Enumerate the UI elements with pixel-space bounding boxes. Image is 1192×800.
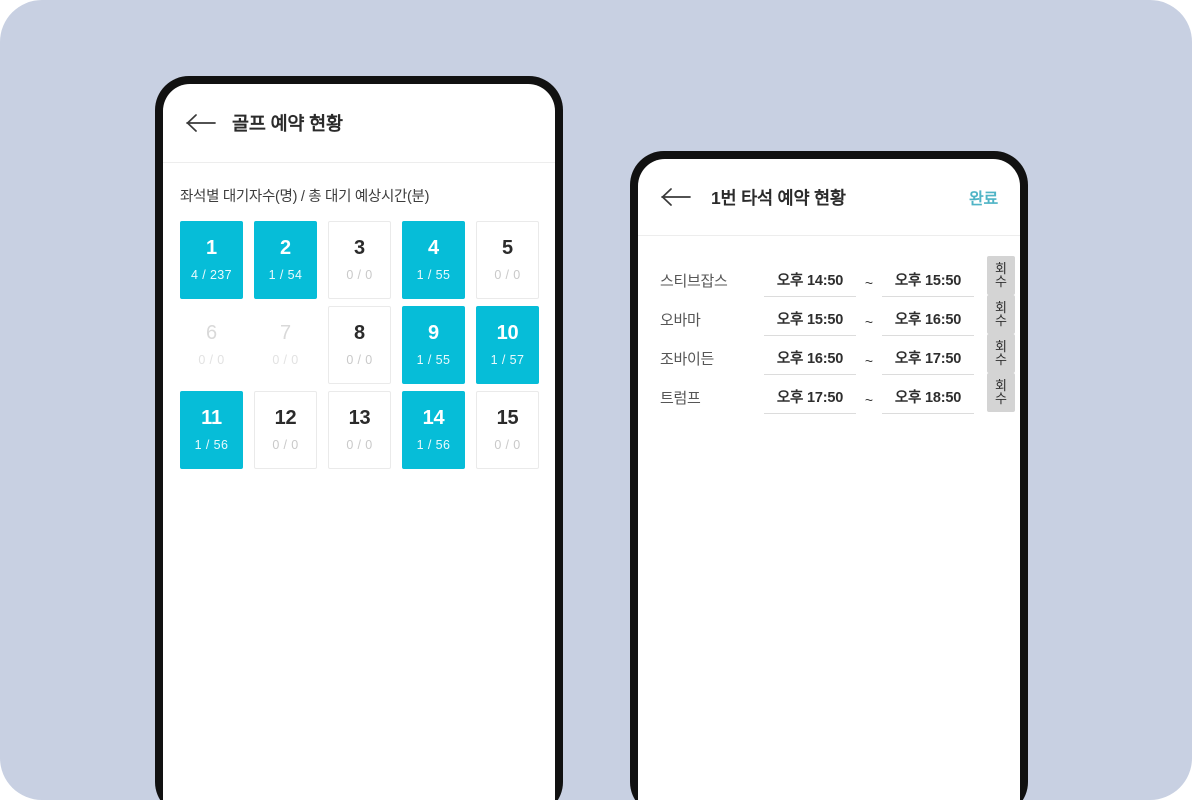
seat-number: 4 bbox=[428, 237, 439, 260]
time-range-separator: ~ bbox=[864, 392, 874, 408]
seat-cell[interactable]: 2 1 / 54 bbox=[254, 221, 317, 299]
seat-cell[interactable]: 15 0 / 0 bbox=[476, 391, 539, 469]
end-time-field[interactable]: 오후 18:50 bbox=[882, 386, 974, 414]
seat-waiting-stat: 0 / 0 bbox=[198, 353, 225, 368]
seat-number: 1 bbox=[206, 237, 217, 260]
seat-cell[interactable]: 14 1 / 56 bbox=[402, 391, 465, 469]
reservation-name: 트럼프 bbox=[660, 390, 701, 407]
content-right: 스티브잡스 오후 14:50 ~ 오후 15:50 회수 오바마 오후 15:50 ~ 오후 1… bbox=[638, 256, 1020, 414]
reservation-row: 조바이든 오후 16:50 ~ 오후 17:50 회수 bbox=[660, 334, 1015, 375]
seat-cell[interactable]: 4 1 / 55 bbox=[402, 221, 465, 299]
seat-waiting-stat: 1 / 56 bbox=[416, 438, 451, 453]
appbar-right: 1번 타석 예약 현황 완료 bbox=[638, 159, 1020, 236]
seat-grid: 1 4 / 237 2 1 / 54 3 0 / 0 4 1 / 55 5 0 / 0 6 0 / 0… bbox=[180, 221, 539, 469]
content-left: 좌석별 대기자수(명) / 총 대기 예상시간(분) 1 4 / 237 2 1 / … bbox=[163, 185, 555, 469]
recall-button[interactable]: 회수 bbox=[987, 295, 1015, 334]
seat-waiting-stat: 4 / 237 bbox=[190, 268, 233, 283]
seat-number: 11 bbox=[201, 407, 222, 430]
page-title-left: 골프 예약 현황 bbox=[232, 113, 343, 134]
recall-button[interactable]: 회수 bbox=[987, 373, 1015, 412]
phone-mockup-right: 1번 타석 예약 현황 완료 스티브잡스 오후 14:50 ~ 오후 15:50 회수 오… bbox=[630, 151, 1028, 800]
seat-waiting-stat: 0 / 0 bbox=[272, 438, 299, 453]
end-time-field[interactable]: 오후 16:50 bbox=[882, 308, 974, 336]
seat-number: 6 bbox=[206, 322, 217, 345]
seat-cell[interactable]: 8 0 / 0 bbox=[328, 306, 391, 384]
back-button-left[interactable] bbox=[178, 100, 224, 146]
done-button[interactable]: 완료 bbox=[969, 185, 998, 209]
seat-number: 10 bbox=[496, 322, 519, 345]
seat-waiting-stat: 1 / 54 bbox=[268, 268, 303, 283]
seat-number: 3 bbox=[354, 237, 365, 260]
time-range-separator: ~ bbox=[864, 353, 874, 369]
seat-waiting-stat: 0 / 0 bbox=[346, 268, 373, 283]
seat-cell[interactable]: 12 0 / 0 bbox=[254, 391, 317, 469]
back-button-right[interactable] bbox=[653, 174, 699, 220]
legend-label: 좌석별 대기자수(명) / 총 대기 예상시간(분) bbox=[180, 189, 430, 205]
seat-cell[interactable]: 5 0 / 0 bbox=[476, 221, 539, 299]
seat-number: 14 bbox=[422, 407, 445, 430]
reservation-name: 오바마 bbox=[660, 312, 701, 329]
seat-cell: 6 0 / 0 bbox=[180, 306, 243, 384]
seat-number: 5 bbox=[502, 237, 513, 260]
seat-waiting-stat: 1 / 55 bbox=[416, 353, 451, 368]
seat-cell[interactable]: 10 1 / 57 bbox=[476, 306, 539, 384]
page-title-right: 1번 타석 예약 현황 bbox=[711, 187, 846, 208]
end-time-field[interactable]: 오후 15:50 bbox=[882, 269, 974, 297]
seat-number: 13 bbox=[348, 407, 371, 430]
end-time-field[interactable]: 오후 17:50 bbox=[882, 347, 974, 375]
recall-button[interactable]: 회수 bbox=[987, 256, 1015, 295]
reservation-list: 스티브잡스 오후 14:50 ~ 오후 15:50 회수 오바마 오후 15:50 ~ 오후 1… bbox=[660, 256, 1015, 414]
screen-seat-reservation-detail: 1번 타석 예약 현황 완료 스티브잡스 오후 14:50 ~ 오후 15:50 회수 오… bbox=[638, 159, 1020, 800]
reservation-name: 스티브잡스 bbox=[660, 273, 728, 290]
recall-button[interactable]: 회수 bbox=[987, 334, 1015, 373]
seat-number: 12 bbox=[274, 407, 297, 430]
seat-waiting-stat: 1 / 56 bbox=[194, 438, 229, 453]
seat-cell[interactable]: 11 1 / 56 bbox=[180, 391, 243, 469]
arrow-left-icon bbox=[661, 188, 691, 206]
seat-number: 9 bbox=[428, 322, 439, 345]
start-time-field[interactable]: 오후 14:50 bbox=[764, 269, 856, 297]
seat-number: 8 bbox=[354, 322, 365, 345]
seat-waiting-stat: 1 / 57 bbox=[490, 353, 525, 368]
seat-cell[interactable]: 1 4 / 237 bbox=[180, 221, 243, 299]
seat-waiting-stat: 1 / 55 bbox=[416, 268, 451, 283]
arrow-left-icon bbox=[186, 114, 216, 132]
seat-waiting-stat: 0 / 0 bbox=[494, 438, 521, 453]
app-screenshot-canvas: 골프 예약 현황 좌석별 대기자수(명) / 총 대기 예상시간(분) 1 4 /… bbox=[0, 0, 1192, 800]
seat-cell[interactable]: 3 0 / 0 bbox=[328, 221, 391, 299]
seat-number: 2 bbox=[280, 237, 291, 260]
seat-cell[interactable]: 13 0 / 0 bbox=[328, 391, 391, 469]
screen-golf-reservation-status: 골프 예약 현황 좌석별 대기자수(명) / 총 대기 예상시간(분) 1 4 /… bbox=[163, 84, 555, 800]
seat-number: 7 bbox=[280, 322, 291, 345]
appbar-left: 골프 예약 현황 bbox=[163, 84, 555, 163]
seat-number: 15 bbox=[496, 407, 519, 430]
time-range-separator: ~ bbox=[864, 275, 874, 291]
reservation-row: 스티브잡스 오후 14:50 ~ 오후 15:50 회수 bbox=[660, 256, 1015, 297]
seat-waiting-stat: 0 / 0 bbox=[494, 268, 521, 283]
seat-waiting-stat: 0 / 0 bbox=[272, 353, 299, 368]
time-range-separator: ~ bbox=[864, 314, 874, 330]
phone-mockup-left: 골프 예약 현황 좌석별 대기자수(명) / 총 대기 예상시간(분) 1 4 /… bbox=[155, 76, 563, 800]
seat-cell: 7 0 / 0 bbox=[254, 306, 317, 384]
seat-waiting-stat: 0 / 0 bbox=[346, 438, 373, 453]
start-time-field[interactable]: 오후 17:50 bbox=[764, 386, 856, 414]
start-time-field[interactable]: 오후 15:50 bbox=[764, 308, 856, 336]
reservation-name: 조바이든 bbox=[660, 351, 715, 368]
start-time-field[interactable]: 오후 16:50 bbox=[764, 347, 856, 375]
reservation-row: 트럼프 오후 17:50 ~ 오후 18:50 회수 bbox=[660, 373, 1015, 414]
reservation-row: 오바마 오후 15:50 ~ 오후 16:50 회수 bbox=[660, 295, 1015, 336]
seat-waiting-stat: 0 / 0 bbox=[346, 353, 373, 368]
seat-cell[interactable]: 9 1 / 55 bbox=[402, 306, 465, 384]
